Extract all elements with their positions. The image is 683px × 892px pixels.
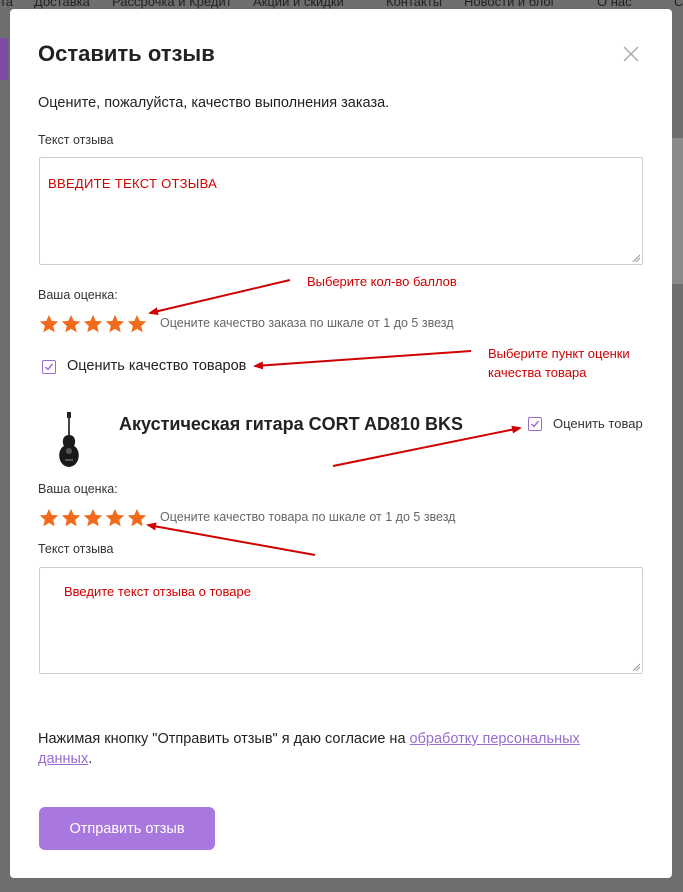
bg-nav-item: та — [0, 0, 14, 9]
order-rating-hint: Оцените качество заказа по шкале от 1 до… — [160, 316, 454, 330]
checkmark-icon — [531, 420, 540, 428]
bg-nav-item: Доставка — [34, 0, 90, 9]
rate-product-checkbox[interactable] — [528, 417, 542, 431]
resize-handle-icon[interactable] — [632, 254, 640, 262]
background-nav: та Доставка Рассрочка и Кредит Акции и с… — [0, 0, 683, 9]
checkmark-icon — [45, 363, 54, 371]
star-icon[interactable] — [38, 507, 60, 529]
annotation-choose-quality-line2: качества товара — [488, 365, 587, 380]
consent-text: Нажимая кнопку "Отправить отзыв" я даю с… — [38, 729, 618, 769]
bg-nav-item: Рассрочка и Кредит — [112, 0, 232, 9]
star-icon[interactable] — [126, 507, 148, 529]
rate-products-checkbox[interactable] — [42, 360, 56, 374]
order-review-textarea[interactable]: ВВЕДИТЕ ТЕКСТ ОТЗЫВА — [39, 157, 643, 265]
product-review-placeholder: Введите текст отзыва о товаре — [64, 584, 251, 599]
review-modal: Оставить отзыв Оцените, пожалуйста, каче… — [10, 9, 672, 878]
product-rating-label: Ваша оценка: — [38, 482, 118, 496]
product-image — [54, 411, 84, 469]
modal-title: Оставить отзыв — [38, 41, 215, 66]
rate-products-label[interactable]: Оценить качество товаров — [67, 358, 246, 374]
star-icon[interactable] — [82, 507, 104, 529]
bg-nav-item: Новости и блог — [464, 0, 556, 9]
background-panel-edge — [672, 234, 683, 284]
close-button[interactable] — [620, 43, 642, 65]
bg-nav-item: Контакты — [386, 0, 443, 9]
rate-product-label[interactable]: Оценить товар — [553, 416, 643, 431]
bg-nav-item: Акции и скидки — [253, 0, 344, 9]
star-icon[interactable] — [60, 507, 82, 529]
guitar-icon — [59, 412, 79, 467]
product-text-label: Текст отзыва — [38, 542, 114, 556]
order-review-placeholder: ВВЕДИТЕ ТЕКСТ ОТЗЫВА — [48, 176, 218, 191]
product-name: Акустическая гитара CORT AD810 BKS — [119, 414, 463, 434]
background-button-edge — [0, 38, 8, 80]
star-icon[interactable] — [38, 313, 60, 335]
modal-subtitle: Оцените, пожалуйста, качество выполнения… — [38, 95, 390, 111]
order-rating-label: Ваша оценка: — [38, 288, 118, 302]
annotation-choose-quality-line1: Выберите пункт оценки — [488, 346, 630, 361]
consent-prefix: Нажимая кнопку "Отправить отзыв" я даю с… — [38, 731, 410, 747]
star-icon[interactable] — [104, 313, 126, 335]
background-panel-edge — [672, 138, 683, 234]
product-review-textarea[interactable]: Введите текст отзыва о товаре — [39, 567, 643, 674]
close-icon — [623, 46, 639, 62]
star-icon[interactable] — [126, 313, 148, 335]
bg-nav-item: О нас — [597, 0, 632, 9]
annotation-choose-points: Выберите кол-во баллов — [307, 274, 457, 289]
order-rating-stars[interactable] — [38, 313, 148, 335]
submit-review-button[interactable]: Отправить отзыв — [39, 807, 215, 850]
consent-suffix: . — [88, 751, 93, 767]
order-text-label: Текст отзыва — [38, 133, 114, 147]
star-icon[interactable] — [60, 313, 82, 335]
bg-nav-item: С — [674, 0, 683, 9]
product-rating-hint: Оцените качество товара по шкале от 1 до… — [160, 510, 456, 524]
star-icon[interactable] — [104, 507, 126, 529]
star-icon[interactable] — [82, 313, 104, 335]
product-rating-stars[interactable] — [38, 507, 148, 529]
resize-handle-icon[interactable] — [632, 663, 640, 671]
